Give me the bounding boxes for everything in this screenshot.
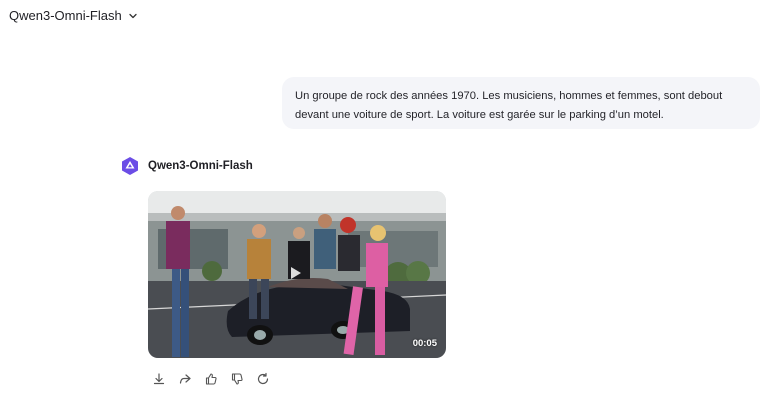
share-icon[interactable] bbox=[178, 372, 192, 386]
user-message-text: Un groupe de rock des années 1970. Les m… bbox=[295, 90, 723, 121]
assistant-header: Qwen3-Omni-Flash bbox=[120, 156, 253, 176]
thumbs-down-icon[interactable] bbox=[230, 372, 244, 386]
qwen-logo-icon bbox=[122, 157, 138, 175]
assistant-name: Qwen3-Omni-Flash bbox=[148, 160, 253, 172]
thumbs-up-icon[interactable] bbox=[204, 372, 218, 386]
model-name: Qwen3-Omni-Flash bbox=[9, 8, 122, 23]
message-actions bbox=[152, 372, 270, 386]
regenerate-icon[interactable] bbox=[256, 372, 270, 386]
chevron-down-icon bbox=[129, 13, 137, 18]
play-icon[interactable] bbox=[291, 267, 301, 279]
video-duration: 00:05 bbox=[412, 338, 437, 349]
download-icon[interactable] bbox=[152, 372, 166, 386]
user-message-bubble: Un groupe de rock des années 1970. Les m… bbox=[282, 77, 760, 129]
model-selector[interactable]: Qwen3-Omni-Flash bbox=[9, 8, 138, 23]
video-player[interactable]: 00:05 bbox=[148, 191, 446, 358]
